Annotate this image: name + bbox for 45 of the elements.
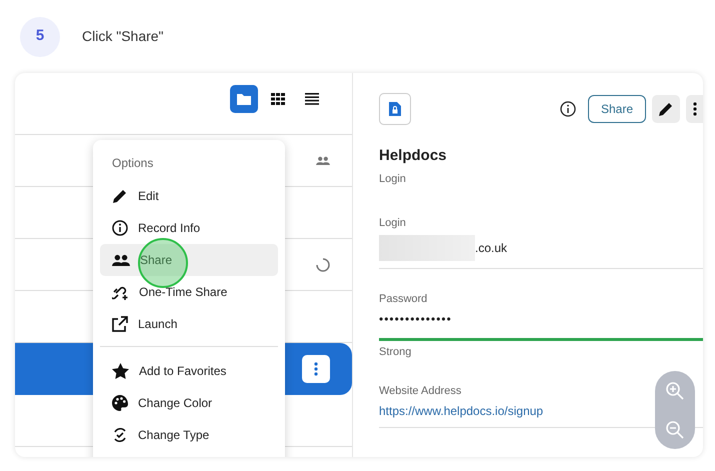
step-number: 5 — [20, 16, 60, 56]
strength-label: Strong — [379, 345, 412, 360]
people-icon — [112, 254, 130, 266]
field-value: .co.uk — [475, 240, 508, 256]
document-lock-icon — [379, 93, 411, 125]
record-type: Login — [379, 172, 407, 186]
menu-item[interactable]: Edit — [100, 180, 278, 212]
edit-button[interactable] — [652, 95, 680, 123]
grid-icon — [271, 93, 285, 105]
info-icon — [112, 220, 128, 236]
swap-icon — [112, 427, 128, 443]
zoom-in-icon — [666, 382, 684, 400]
zoom-out-icon — [666, 420, 684, 438]
more-icon — [314, 362, 318, 376]
menu-title: Options — [111, 155, 154, 172]
shared-icon — [316, 156, 330, 166]
password-value: •••••••••••••• — [379, 311, 453, 328]
more-options-button[interactable] — [302, 354, 330, 382]
menu-item[interactable]: Launch — [100, 308, 278, 340]
more-button[interactable] — [686, 95, 703, 123]
palette-icon — [112, 395, 128, 411]
info-icon[interactable] — [560, 101, 576, 117]
folder-view-button[interactable] — [230, 85, 258, 113]
menu-item[interactable]: Share — [100, 244, 278, 276]
menu-item[interactable]: One-Time Share — [100, 276, 278, 308]
external-link-icon — [112, 316, 128, 332]
spinner-icon — [316, 258, 330, 272]
field-label: Login — [379, 216, 406, 231]
click-indicator — [138, 238, 188, 288]
menu-item[interactable]: Record Info — [100, 212, 278, 244]
menu-item[interactable]: Add to Favorites — [100, 355, 278, 387]
menu-item[interactable]: Change Color — [100, 387, 278, 419]
pencil-icon — [658, 101, 674, 117]
list-icon — [305, 93, 319, 105]
folder-icon — [236, 92, 252, 106]
website-link[interactable]: https://www.helpdocs.io/signup — [379, 404, 544, 418]
more-icon — [692, 102, 696, 116]
menu-item[interactable]: Change Type — [100, 419, 278, 451]
share-button[interactable]: Share — [588, 95, 646, 123]
field-label: Website Address — [379, 384, 462, 398]
step-instruction: Click "Share" — [82, 27, 164, 46]
pencil-icon — [112, 188, 128, 204]
star-icon — [112, 363, 129, 379]
field-label: Password — [379, 292, 428, 306]
record-title: Helpdocs — [379, 146, 448, 166]
